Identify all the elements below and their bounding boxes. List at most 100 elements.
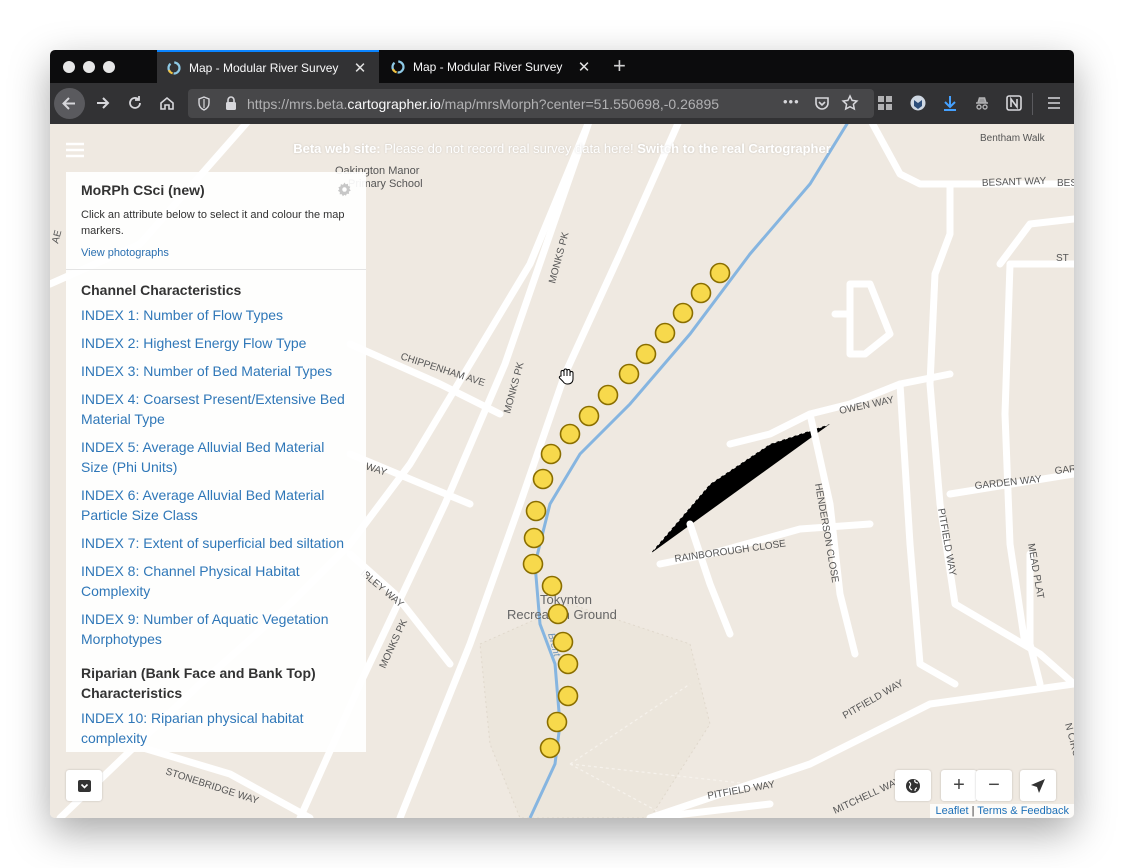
survey-marker[interactable] — [552, 631, 574, 653]
attribute-index-2[interactable]: INDEX 2: Highest Energy Flow Type — [81, 333, 351, 353]
tab-map-2[interactable]: Map - Modular River Survey ✕ — [381, 50, 603, 83]
download-icon[interactable] — [941, 94, 959, 112]
survey-marker[interactable] — [525, 500, 547, 522]
attribute-index-1[interactable]: INDEX 1: Number of Flow Types — [81, 305, 351, 325]
attribute-index-10[interactable]: INDEX 10: Riparian physical habitat comp… — [81, 708, 351, 748]
reload-icon — [129, 96, 141, 109]
attribute-index-6[interactable]: INDEX 6: Average Alluvial Bed Material P… — [81, 485, 351, 525]
survey-marker[interactable] — [541, 575, 563, 597]
browser-window: Map - Modular River Survey ✕ Map - Modul… — [50, 50, 1074, 818]
menu-toggle-icon[interactable] — [66, 142, 84, 158]
cartographer-favicon-icon — [167, 60, 181, 75]
survey-marker[interactable] — [709, 262, 731, 284]
beta-warning-banner: Beta web site: Please do not record real… — [50, 141, 1074, 156]
survey-marker[interactable] — [522, 553, 544, 575]
hamburger-menu-icon[interactable] — [1047, 96, 1061, 110]
home-button[interactable] — [154, 90, 180, 116]
new-tab-button[interactable]: + — [613, 54, 626, 78]
reload-button[interactable] — [122, 90, 148, 116]
survey-title: MoRPh CSci (new) — [81, 182, 205, 198]
survey-marker[interactable] — [546, 711, 568, 733]
attribute-index-7[interactable]: INDEX 7: Extent of superficial bed silta… — [81, 533, 351, 553]
incognito-extension-icon[interactable] — [973, 94, 991, 112]
toolbar-divider — [1032, 93, 1033, 115]
pocket-icon[interactable] — [814, 95, 830, 111]
attribute-index-8[interactable]: INDEX 8: Channel Physical Habitat Comple… — [81, 561, 351, 601]
survey-marker[interactable] — [557, 653, 579, 675]
panel-description: Click an attribute below to select it an… — [81, 209, 345, 237]
map-view[interactable]: Oakington Manor Primary School MONKS PK … — [50, 124, 1074, 818]
section-heading-riparian: Riparian (Bank Face and Bank Top) Charac… — [81, 665, 316, 701]
survey-marker[interactable] — [557, 685, 579, 707]
zoom-in-icon: + — [953, 774, 965, 796]
section-heading-channel: Channel Characteristics — [81, 282, 242, 298]
globe-icon — [906, 778, 920, 793]
back-button[interactable] — [54, 88, 85, 119]
survey-marker[interactable] — [672, 302, 694, 324]
home-icon — [160, 96, 174, 110]
map-label-garden-way-2: GAR — [1054, 464, 1074, 477]
minimize-window-button[interactable] — [83, 61, 95, 73]
page-actions-icon[interactable]: ••• — [783, 94, 800, 109]
close-window-button[interactable] — [63, 61, 75, 73]
base-layer-button[interactable] — [895, 770, 931, 801]
leaflet-link[interactable]: Leaflet — [935, 805, 968, 817]
forward-button[interactable] — [90, 90, 116, 116]
gear-icon[interactable] — [337, 182, 352, 197]
banner-lead: Beta web site: — [293, 141, 381, 156]
attribute-index-4[interactable]: INDEX 4: Coarsest Present/Extensive Bed … — [81, 389, 351, 429]
zoom-out-button[interactable]: − — [976, 770, 1012, 801]
tab-title: Map - Modular River Survey — [189, 60, 339, 75]
survey-marker[interactable] — [690, 282, 712, 304]
attribute-index-9[interactable]: INDEX 9: Number of Aquatic Vegetation Mo… — [81, 609, 351, 649]
back-arrow-icon — [62, 97, 75, 110]
forward-arrow-icon — [97, 97, 110, 109]
notion-icon[interactable] — [1005, 94, 1023, 112]
attribute-index-3[interactable]: INDEX 3: Number of Bed Material Types — [81, 361, 351, 381]
navigation-toolbar: https://mrs.beta.cartographer.io/map/mrs… — [50, 83, 1074, 124]
map-label-besant-way-2: BES — [1057, 178, 1074, 189]
tab-bar: Map - Modular River Survey ✕ Map - Modul… — [50, 50, 1074, 83]
map-label-besant-way: BESANT WAY — [982, 176, 1047, 189]
map-label-st: ST — [1056, 253, 1069, 264]
shield-icon[interactable] — [197, 96, 211, 111]
attribute-index-5[interactable]: INDEX 5: Average Alluvial Bed Material S… — [81, 437, 351, 477]
extensions-grid-icon[interactable] — [877, 95, 893, 111]
cartographer-favicon-icon — [391, 59, 405, 74]
terms-feedback-link[interactable]: Terms & Feedback — [977, 805, 1069, 817]
collapse-panel-button[interactable] — [66, 770, 102, 801]
lock-icon[interactable] — [225, 96, 237, 111]
zoom-out-icon: − — [988, 774, 1000, 796]
survey-marker[interactable] — [597, 384, 619, 406]
panel-divider — [66, 269, 366, 270]
switch-to-real-link[interactable]: Switch to the real Cartographer — [637, 141, 831, 156]
survey-marker[interactable] — [539, 737, 561, 759]
close-tab-icon[interactable]: ✕ — [353, 59, 367, 77]
survey-marker[interactable] — [618, 363, 640, 385]
survey-marker[interactable] — [635, 343, 657, 365]
attribute-panel: MoRPh CSci (new) Click an attribute belo… — [66, 172, 366, 752]
close-tab-icon[interactable]: ✕ — [577, 58, 591, 76]
survey-marker[interactable] — [559, 423, 581, 445]
view-photographs-link[interactable]: View photographs — [81, 247, 351, 259]
banner-message: Please do not record real survey data he… — [380, 141, 638, 156]
survey-marker[interactable] — [532, 468, 554, 490]
map-attribution: Leaflet | Terms & Feedback — [930, 804, 1074, 818]
attribution-separator: | — [968, 805, 978, 817]
survey-marker[interactable] — [540, 443, 562, 465]
tab-map-active[interactable]: Map - Modular River Survey ✕ — [157, 50, 379, 83]
tab-title: Map - Modular River Survey — [413, 59, 563, 74]
survey-marker[interactable] — [654, 322, 676, 344]
survey-marker[interactable] — [523, 527, 545, 549]
bookmark-star-icon[interactable] — [841, 94, 859, 112]
locate-me-button[interactable] — [1020, 770, 1056, 801]
url-text[interactable]: https://mrs.beta.cartographer.io/map/mrs… — [247, 96, 750, 112]
maximize-window-button[interactable] — [103, 61, 115, 73]
survey-marker[interactable] — [547, 603, 569, 625]
location-arrow-icon — [1031, 778, 1045, 793]
drawer-icon — [77, 779, 91, 792]
zoom-in-button[interactable]: + — [941, 770, 977, 801]
survey-marker[interactable] — [578, 405, 600, 427]
address-bar[interactable]: https://mrs.beta.cartographer.io/map/mrs… — [188, 89, 874, 118]
privacy-badger-icon[interactable] — [909, 94, 927, 112]
